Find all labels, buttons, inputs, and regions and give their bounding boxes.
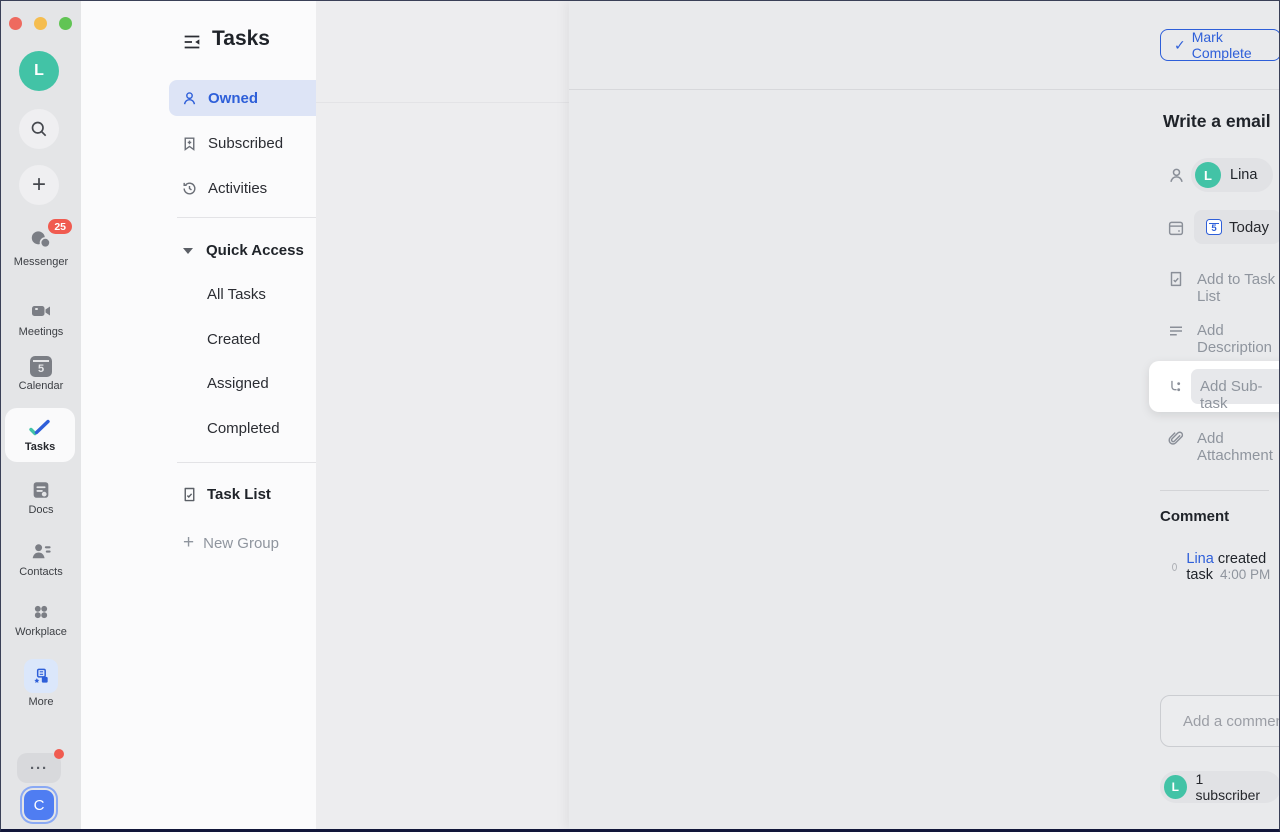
- task-list-icon: [181, 486, 198, 503]
- rail-item-docs[interactable]: Docs: [1, 479, 81, 516]
- bookmark-plus-icon: [181, 135, 198, 152]
- description-icon: [1167, 322, 1185, 340]
- assignee-name: Lina: [1230, 167, 1257, 183]
- detail-task-title[interactable]: Write a email: [1163, 111, 1271, 132]
- contacts-label: Contacts: [19, 566, 62, 578]
- rail-item-tasks-selected[interactable]: Tasks: [5, 408, 75, 462]
- messenger-label: Messenger: [14, 256, 68, 268]
- quick-create-button[interactable]: +: [19, 165, 59, 205]
- search-button[interactable]: [19, 109, 59, 149]
- calendar-day-number: 5: [38, 363, 44, 375]
- mark-complete-button[interactable]: ✓ Mark Complete: [1160, 29, 1280, 61]
- sidebar-title: Tasks: [212, 27, 270, 51]
- subscriber-chip[interactable]: L 1 subscriber: [1160, 771, 1280, 803]
- app-window: L + 25 Messenger: [0, 0, 1280, 832]
- rail-item-meetings[interactable]: Meetings: [1, 299, 81, 338]
- tasks-label: Tasks: [25, 441, 55, 453]
- rail-item-contacts[interactable]: Contacts: [1, 540, 81, 578]
- user-avatar[interactable]: L: [19, 51, 59, 91]
- rail-item-more[interactable]: More: [1, 659, 81, 708]
- messenger-icon: 25: [28, 227, 54, 253]
- app-rail: L + 25 Messenger: [1, 1, 81, 829]
- assignee-chip[interactable]: L Lina: [1191, 158, 1273, 192]
- window-close-light[interactable]: [9, 17, 22, 30]
- meetings-label: Meetings: [19, 326, 64, 338]
- add-attachment-button[interactable]: Add Attachment: [1197, 430, 1280, 464]
- messenger-badge: 25: [48, 219, 72, 234]
- owned-label: Owned: [208, 90, 258, 107]
- task-list-label: Task List: [207, 486, 271, 503]
- activity-row: Lina created task 4:00 PM: [1172, 551, 1280, 583]
- history-clock-icon: [181, 180, 198, 197]
- tasks-check-icon: [28, 417, 52, 439]
- subscriber-count-label: 1 subscriber: [1196, 771, 1268, 803]
- mark-complete-label: Mark Complete: [1192, 29, 1267, 61]
- subscriber-avatar: L: [1164, 775, 1187, 799]
- contacts-icon: [30, 540, 53, 563]
- comment-heading: Comment: [1160, 508, 1229, 525]
- today-calendar-icon: 5: [1206, 219, 1222, 235]
- add-subtask-button[interactable]: Add Sub-task: [1200, 378, 1280, 412]
- rail-item-workplace[interactable]: Workplace: [1, 601, 81, 638]
- notification-dot: [54, 749, 64, 759]
- calendar-icon: 5: [30, 356, 52, 377]
- more-apps-icon: [24, 659, 58, 693]
- rail-overflow-button[interactable]: ···: [17, 753, 61, 783]
- sidebar-item-created[interactable]: Created: [207, 331, 260, 348]
- calendar-label: Calendar: [19, 380, 64, 392]
- activity-dot-icon: [1172, 563, 1177, 571]
- assignee-avatar: L: [1195, 162, 1221, 188]
- workplace-label: Workplace: [15, 626, 67, 638]
- activities-label: Activities: [208, 180, 267, 197]
- comment-input[interactable]: Add a comment Aa @: [1160, 695, 1280, 747]
- window-minimize-light[interactable]: [34, 17, 47, 30]
- overflow-ellipsis-icon: ···: [30, 760, 48, 777]
- activity-time: 4:00 PM: [1220, 567, 1270, 582]
- add-to-task-list-button[interactable]: Add to Task List: [1197, 271, 1280, 305]
- subtask-tree-icon: [1167, 378, 1184, 395]
- today-label: Today: [1229, 219, 1269, 236]
- person-icon: [181, 90, 198, 107]
- rail-item-messenger[interactable]: 25 Messenger: [1, 227, 81, 268]
- quick-access-label: Quick Access: [206, 242, 304, 259]
- chevron-down-icon: [183, 248, 193, 254]
- task-list-panel: Owned List Kanban + New Task: [316, 1, 569, 829]
- more-label: More: [28, 696, 53, 708]
- new-group-label: New Group: [203, 535, 279, 552]
- divider: [569, 89, 1280, 90]
- divider: [1160, 490, 1269, 491]
- plus-icon: +: [183, 532, 194, 554]
- search-icon: [29, 119, 49, 139]
- tasks-sidebar: Tasks ··· Owned 3 Subscribed Activit: [81, 1, 316, 829]
- window-zoom-light[interactable]: [59, 17, 72, 30]
- docs-icon: [30, 479, 52, 501]
- sidebar-item-all-tasks[interactable]: All Tasks: [207, 286, 266, 303]
- sidebar-item-completed[interactable]: Completed: [207, 420, 280, 437]
- activity-user-link[interactable]: Lina: [1186, 551, 1213, 567]
- sidebar-collapse-icon[interactable]: [181, 31, 203, 53]
- subscribed-label: Subscribed: [208, 135, 283, 152]
- rail-item-calendar[interactable]: 5 Calendar: [1, 356, 81, 392]
- add-description-button[interactable]: Add Description: [1197, 322, 1280, 356]
- docs-label: Docs: [28, 504, 53, 516]
- workplace-icon: [30, 601, 52, 623]
- due-date-calendar-icon: [1167, 219, 1185, 237]
- meetings-icon: [29, 299, 53, 323]
- check-icon: ✓: [1174, 37, 1186, 54]
- divider: [316, 102, 569, 103]
- sidebar-new-group-button[interactable]: + New Group: [183, 532, 279, 554]
- task-list-icon: [1167, 270, 1185, 288]
- comment-placeholder: Add a comment: [1183, 713, 1280, 730]
- paperclip-icon: [1167, 429, 1185, 447]
- sidebar-item-assigned[interactable]: Assigned: [207, 375, 269, 392]
- plus-icon: +: [32, 171, 46, 199]
- due-today-button[interactable]: 5 Today: [1194, 210, 1280, 244]
- task-detail-panel: ✓ Mark Complete ··· ✕ Write a email: [569, 1, 1280, 829]
- org-profile-button[interactable]: C: [24, 790, 54, 820]
- quick-access-header[interactable]: Quick Access: [183, 242, 304, 259]
- assignee-person-icon: [1167, 166, 1186, 185]
